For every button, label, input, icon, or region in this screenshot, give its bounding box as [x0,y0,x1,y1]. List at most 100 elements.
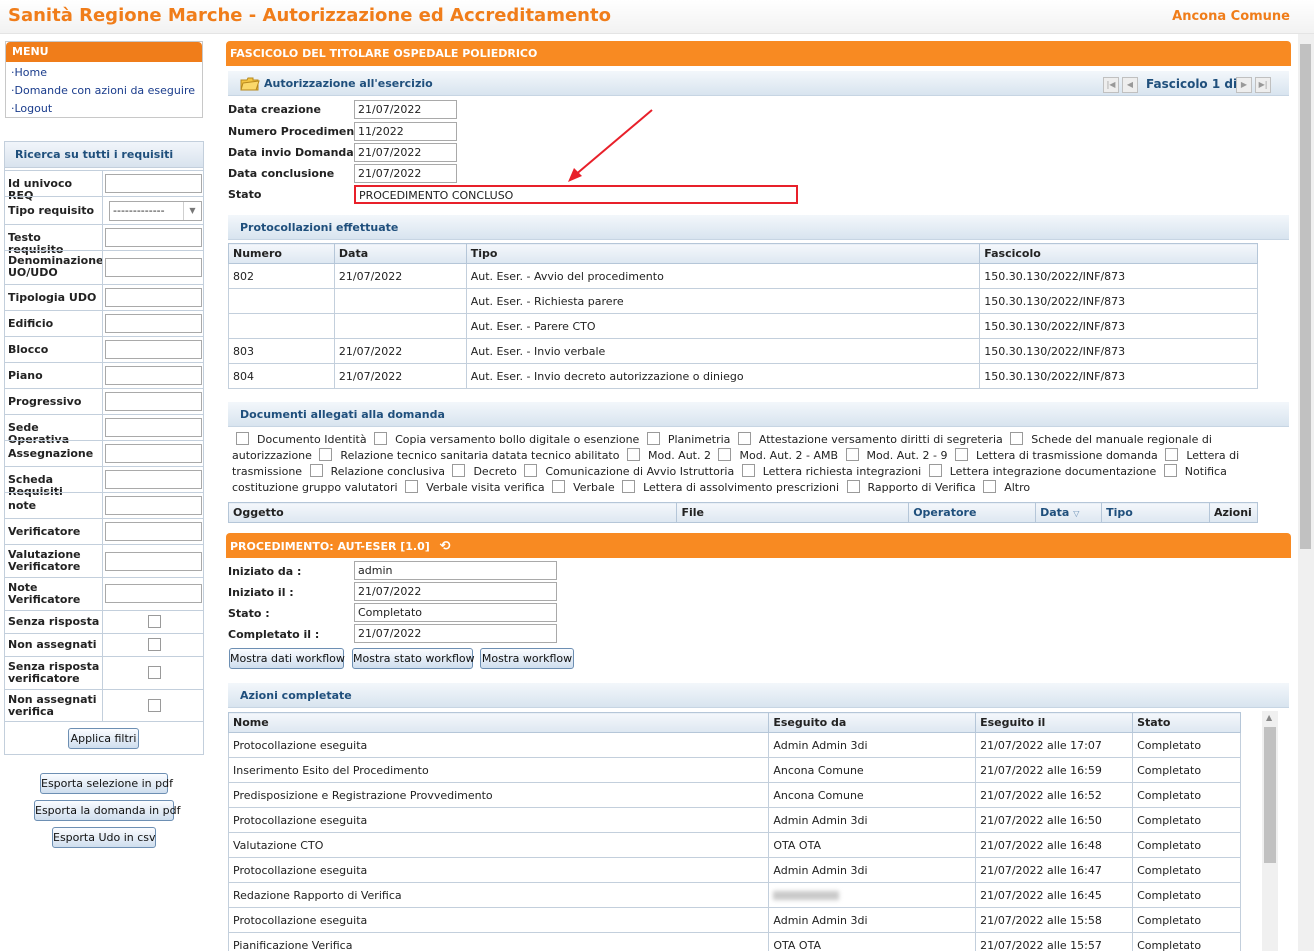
doc-checkbox[interactable] [845,448,859,461]
note-input[interactable] [105,496,202,515]
progressivo-input[interactable] [105,392,202,411]
scheda-requisiti-input[interactable] [105,470,202,489]
filter-non-assegnati-verifica: Non assegnati verifica [5,689,203,722]
doc-checkbox[interactable] [954,448,968,461]
iniziato-il-field[interactable]: 21/07/2022 [354,582,557,601]
col-oggetto[interactable]: Oggetto [227,502,678,523]
filter-senza-risposta-verificatore: Senza risposta verificatore [5,656,203,689]
doc-checkbox[interactable] [622,480,636,493]
doc-checkbox[interactable] [374,432,388,445]
table-row: Aut. Eser. - Parere CTO 150.30.130/2022/I… [228,313,1258,339]
doc-checkbox[interactable] [319,448,333,461]
col-eseguito-da[interactable]: Eseguito da [768,712,977,733]
valutazione-verificatore-input[interactable] [105,552,202,571]
col-file[interactable]: File [676,502,910,523]
doc-checkbox[interactable] [846,480,860,493]
doc-checkbox[interactable] [524,464,538,477]
last-page-icon[interactable]: ▶| [1255,77,1271,93]
mostra-stato-workflow-button[interactable]: Mostra stato workflow [352,648,475,669]
page-scrollbar[interactable] [1298,34,1314,951]
filter-senza-risposta: Senza risposta [5,610,203,633]
export-domanda-pdf-button[interactable]: Esporta la domanda in pdf [34,800,180,821]
col-azioni[interactable]: Azioni [1208,502,1259,523]
current-user[interactable]: Ancona Comune [1172,9,1290,24]
fascicolo-title: FASCICOLO DEL TITOLARE OSPEDALE POLIEDRI… [226,41,1291,66]
scroll-up-icon[interactable]: ▲ [1266,713,1272,722]
senza-risposta-checkbox[interactable] [148,615,161,628]
doc-checkbox[interactable] [309,464,323,477]
sede-operativa-input[interactable] [105,418,202,437]
piano-input[interactable] [105,366,202,385]
azioni-scrollbar[interactable]: ▲ [1262,711,1278,951]
menu-home-link[interactable]: ·Home [6,64,202,82]
data-invio-field[interactable]: 21/07/2022 [354,143,457,162]
stato-label: Stato [228,188,262,201]
col-eseguito-il[interactable]: Eseguito il [975,712,1134,733]
data-creazione-label: Data creazione [228,103,321,116]
col-operatore[interactable]: Operatore [908,502,1037,523]
export-udo-csv-button[interactable]: Esporta Udo in csv [52,827,156,848]
doc-checkbox[interactable] [928,464,942,477]
doc-checkbox[interactable] [405,480,419,493]
stato-field[interactable]: PROCEDIMENTO CONCLUSO [354,185,798,204]
tipologia-udo-input[interactable] [105,288,202,307]
menu-logout-link[interactable]: ·Logout [6,100,202,118]
blocco-input[interactable] [105,340,202,359]
doc-checkbox[interactable] [983,480,997,493]
col-tipo[interactable]: Tipo [465,243,981,264]
doc-checkbox[interactable] [741,464,755,477]
mostra-dati-workflow-button[interactable]: Mostra dati workflow [229,648,345,669]
mostra-workflow-button[interactable]: Mostra workflow [480,648,574,669]
doc-checkbox[interactable] [737,432,751,445]
col-numero[interactable]: Numero [228,243,335,264]
filter-testo: Testo requisito [5,224,203,256]
doc-checkbox[interactable] [718,448,732,461]
col-tipo-doc[interactable]: Tipo [1101,502,1210,523]
completato-il-field[interactable]: 21/07/2022 [354,624,557,643]
doc-checkbox[interactable] [552,480,566,493]
assegnazione-input[interactable] [105,444,202,463]
doc-checkbox[interactable] [1010,432,1024,445]
col-nome[interactable]: Nome [227,712,770,733]
edificio-input[interactable] [105,314,202,333]
azioni-scroll-thumb[interactable] [1264,727,1276,863]
documenti-checklist: Documento Identità Copia versamento boll… [232,432,1240,494]
testo-requisito-input[interactable] [105,228,202,247]
doc-checkbox[interactable] [1165,448,1179,461]
chevron-down-icon: ▼ [183,202,201,220]
stato-proc-field[interactable]: Completato [354,603,557,622]
data-conclusione-field[interactable]: 21/07/2022 [354,164,457,183]
col-data-sort[interactable]: Data ▽ [1035,502,1103,523]
prev-page-icon[interactable]: ◀ [1122,77,1138,93]
non-assegnati-verifica-checkbox[interactable] [148,699,161,712]
apply-filters-button[interactable]: Applica filtri [68,728,139,749]
export-selection-pdf-button[interactable]: Esporta selezione in pdf [40,773,173,794]
numero-procedimento-field[interactable]: 11/2022 [354,122,457,141]
next-page-icon[interactable]: ▶ [1236,77,1252,93]
table-row: 802 21/07/2022 Aut. Eser. - Avvio del proc… [228,263,1258,289]
documenti-section-title: Documenti allegati alla domanda [228,402,1289,427]
doc-checkbox[interactable] [646,432,660,445]
senza-risposta-verificatore-checkbox[interactable] [148,666,161,679]
col-stato[interactable]: Stato [1132,712,1241,733]
doc-checkbox[interactable] [236,432,249,445]
filter-valutazione: Valutazione Verificatore [5,544,203,577]
non-assegnati-checkbox[interactable] [148,638,161,651]
iniziato-da-field[interactable]: admin [354,561,557,580]
menu-domande-link[interactable]: ·Domande con azioni da eseguire [6,82,202,100]
doc-checkbox[interactable] [626,448,640,461]
tipo-requisito-select[interactable]: ------------- ▼ [109,201,202,221]
verificatore-input[interactable] [105,522,202,541]
data-creazione-field[interactable]: 21/07/2022 [354,100,457,119]
filter-note-verificatore: Note Verificatore [5,577,203,610]
doc-checkbox[interactable] [1163,464,1177,477]
id-req-input[interactable] [105,174,202,193]
denominazione-input[interactable] [105,258,202,277]
note-verificatore-input[interactable] [105,584,202,603]
col-data[interactable]: Data [333,243,467,264]
page-scroll-thumb[interactable] [1300,44,1311,549]
col-fascicolo[interactable]: Fascicolo [979,243,1258,264]
refresh-icon[interactable]: ⟲ [440,539,451,554]
doc-checkbox[interactable] [452,464,466,477]
first-page-icon[interactable]: |◀ [1103,77,1119,93]
